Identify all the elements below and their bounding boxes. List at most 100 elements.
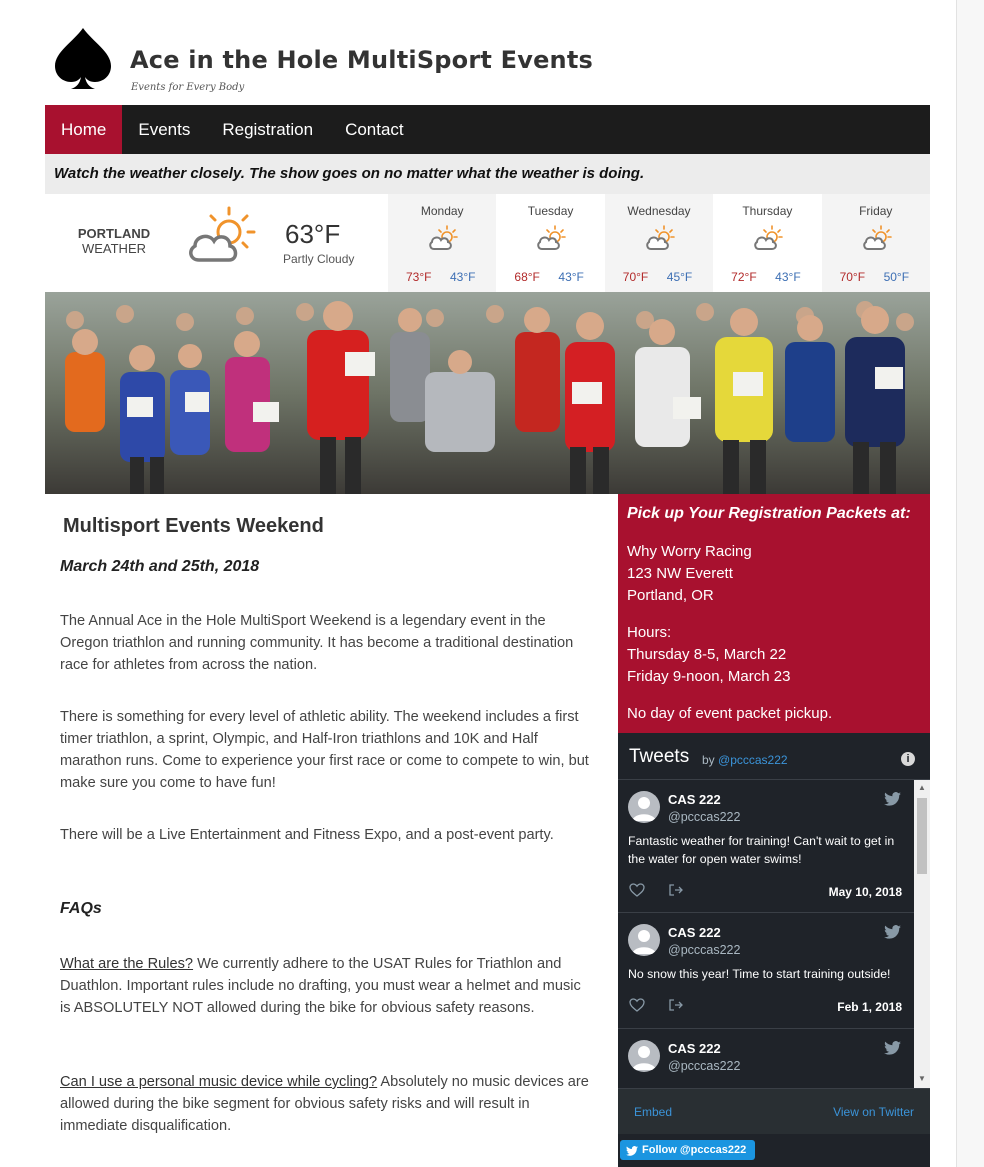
tweet-feed: CAS 222 @pcccas222 Fantastic weather for…: [618, 780, 914, 1088]
twitter-bird-icon: [626, 1146, 638, 1156]
partly-cloudy-icon: [753, 225, 783, 251]
spade-logo-icon[interactable]: [51, 26, 115, 90]
forecast-low: 43°F: [450, 270, 476, 284]
faq-item: Can I use a personal music device while …: [60, 1071, 590, 1137]
forecast-low: 45°F: [666, 270, 693, 284]
forecast-day: Thursday 72°F 43°F: [713, 194, 821, 292]
tweet-author-name[interactable]: CAS 222: [668, 792, 721, 807]
tweet-author-handle[interactable]: @pcccas222: [668, 1059, 740, 1073]
info-icon[interactable]: i: [901, 752, 915, 766]
twitter-timeline-widget: Tweets by @pcccas222 i CAS 222 @pcccas22…: [618, 733, 930, 1167]
partly-cloudy-icon: [428, 225, 458, 251]
partly-cloudy-icon: [185, 206, 257, 266]
twitter-bird-icon[interactable]: [884, 1041, 901, 1055]
current-temperature: 63°F: [285, 219, 341, 249]
forecast-day: Monday 73°F 43°F: [388, 194, 497, 292]
hero-race-photo: [45, 292, 930, 494]
forecast-day-name: Friday: [859, 204, 893, 218]
follow-button-label: Follow @pcccas222: [642, 1144, 747, 1156]
weather-city: PORTLAND: [77, 226, 151, 241]
twitter-header: Tweets by @pcccas222 i: [618, 733, 930, 780]
tweet[interactable]: CAS 222 @pcccas222: [618, 1029, 914, 1088]
tweet-author-name[interactable]: CAS 222: [668, 1041, 721, 1056]
tweet-text: Fantastic weather for training! Can't wa…: [628, 834, 895, 866]
pickup-street: 123 NW Everett: [627, 565, 733, 582]
nav-item-registration[interactable]: Registration: [206, 105, 329, 154]
pickup-hours-label: Hours:: [627, 624, 672, 641]
partly-cloudy-icon: [645, 225, 675, 251]
faq-question-link[interactable]: Can I use a personal music device while …: [60, 1074, 377, 1090]
scroll-up-arrow-icon[interactable]: ▲: [918, 783, 926, 792]
tweet-feed-scrollbar[interactable]: ▲ ▼: [914, 780, 930, 1088]
main-content: Multisport Events Weekend March 24th and…: [45, 494, 618, 1167]
nav-item-contact[interactable]: Contact: [329, 105, 420, 154]
forecast-day: Friday 70°F 50°F: [821, 194, 930, 292]
avatar[interactable]: [628, 1040, 660, 1072]
twitter-handle-link[interactable]: @pcccas222: [718, 753, 788, 767]
tweet-author-name[interactable]: CAS 222: [668, 925, 721, 940]
heart-icon[interactable]: [629, 998, 645, 1012]
pickup-heading: Pick up Your Registration Packets at:: [627, 505, 911, 522]
site-header: Ace in the Hole MultiSport Events Events…: [45, 20, 930, 105]
weather-notice: Watch the weather closely. The show goes…: [45, 154, 930, 194]
share-icon[interactable]: [668, 883, 684, 897]
weather-widget: PORTLAND WEATHER 63°F Partly Cloudy Mond…: [45, 194, 930, 292]
twitter-bird-icon[interactable]: [884, 792, 901, 806]
faq-item: What are the Rules? We currently adhere …: [60, 953, 590, 1019]
weather-label: WEATHER: [81, 241, 147, 256]
intro-paragraph: The Annual Ace in the Hole MultiSport We…: [60, 613, 574, 673]
view-on-twitter-link[interactable]: View on Twitter: [833, 1105, 914, 1119]
forecast-high: 72°F: [731, 270, 757, 284]
forecast-low: 43°F: [558, 270, 584, 284]
nav-item-home[interactable]: Home: [45, 105, 123, 154]
tweet-date[interactable]: Feb 1, 2018: [837, 1000, 902, 1014]
nav-item-events[interactable]: Events: [122, 105, 206, 154]
scroll-down-arrow-icon[interactable]: ▼: [918, 1074, 926, 1083]
twitter-by-label: by: [702, 753, 715, 767]
tweet[interactable]: CAS 222 @pcccas222 Fantastic weather for…: [618, 780, 914, 913]
forecast-low: 50°F: [883, 270, 910, 284]
follow-button[interactable]: Follow @pcccas222: [620, 1140, 756, 1160]
event-date: March 24th and 25th, 2018: [60, 558, 260, 575]
pickup-hours-thursday: Thursday 8-5, March 22: [627, 646, 787, 663]
forecast-low: 43°F: [775, 270, 801, 284]
page-title: Multisport Events Weekend: [63, 515, 324, 537]
pickup-store: Why Worry Racing: [627, 543, 752, 560]
avatar[interactable]: [628, 924, 660, 956]
forecast-day-name: Thursday: [742, 204, 793, 218]
forecast-day-name: Monday: [420, 204, 464, 218]
twitter-title: Tweets: [629, 746, 690, 767]
forecast-day-name: Tuesday: [527, 204, 574, 218]
forecast-day: Tuesday 68°F 43°F: [496, 194, 604, 292]
twitter-bird-icon[interactable]: [884, 925, 901, 939]
twitter-footer: Embed View on Twitter: [618, 1088, 930, 1134]
current-condition: Partly Cloudy: [283, 252, 355, 266]
pickup-hours-friday: Friday 9-noon, March 23: [627, 668, 791, 685]
pickup-city: Portland, OR: [627, 587, 714, 604]
partly-cloudy-icon: [862, 225, 892, 251]
page-scrollbar-area: [956, 0, 984, 1167]
embed-link[interactable]: Embed: [634, 1105, 672, 1119]
events-paragraph: There is something for every level of at…: [60, 709, 589, 791]
site-title[interactable]: Ace in the Hole MultiSport Events: [130, 46, 593, 74]
tweet[interactable]: CAS 222 @pcccas222 No snow this year! Ti…: [618, 913, 914, 1029]
twitter-by-line: by @pcccas222: [702, 753, 788, 767]
expo-paragraph: There will be a Live Entertainment and F…: [60, 827, 554, 843]
main-navigation: Home Events Registration Contact: [45, 105, 930, 154]
weather-location: PORTLAND WEATHER: [70, 226, 158, 256]
forecast-day-name: Wednesday: [627, 204, 691, 218]
tweet-date[interactable]: May 10, 2018: [829, 885, 902, 899]
avatar[interactable]: [628, 791, 660, 823]
partly-cloudy-icon: [536, 225, 567, 251]
weather-forecast: Monday 73°F 43°F Tuesday 68°F 43°F Wedne…: [388, 194, 930, 292]
scrollbar-thumb[interactable]: [917, 798, 927, 874]
tweet-text: No snow this year! Time to start trainin…: [628, 967, 891, 981]
faq-heading: FAQs: [60, 900, 102, 917]
faq-question-link[interactable]: What are the Rules?: [60, 956, 193, 972]
share-icon[interactable]: [668, 998, 684, 1012]
tweet-author-handle[interactable]: @pcccas222: [668, 810, 740, 824]
tweet-author-handle[interactable]: @pcccas222: [668, 943, 740, 957]
forecast-high: 68°F: [514, 270, 540, 284]
heart-icon[interactable]: [629, 883, 645, 897]
packet-pickup-box: Pick up Your Registration Packets at: Wh…: [618, 494, 930, 733]
